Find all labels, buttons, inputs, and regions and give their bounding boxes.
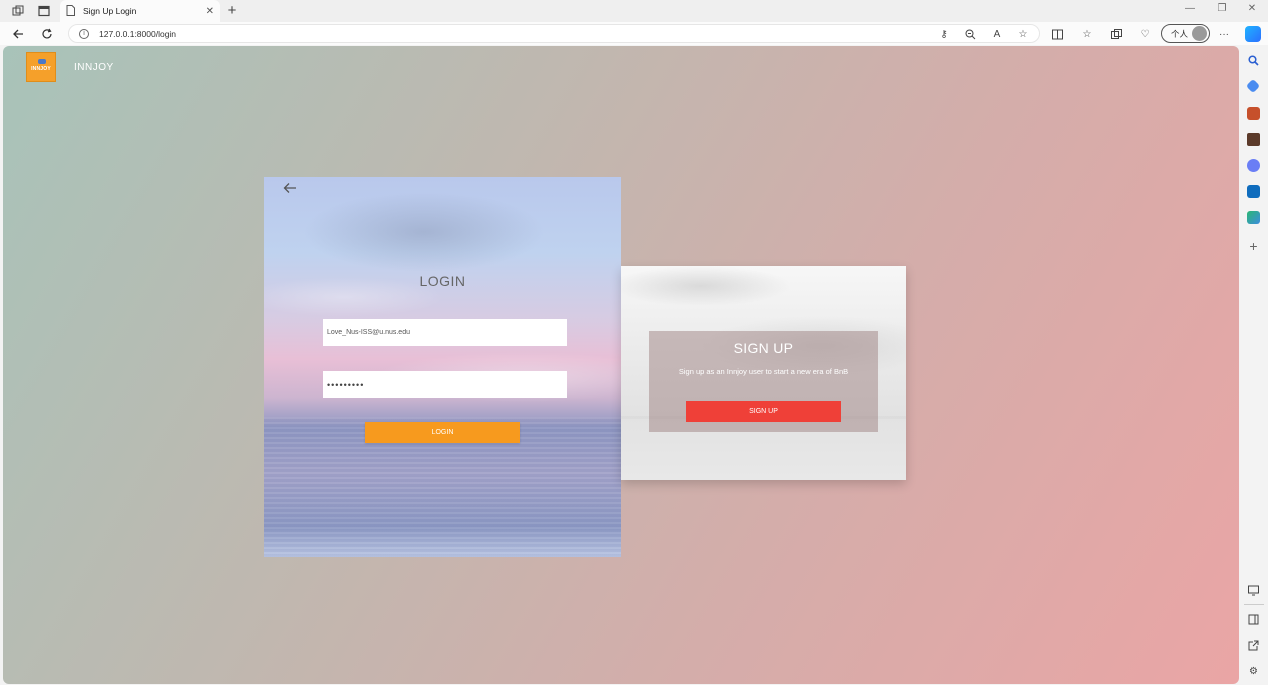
external-link-icon[interactable] xyxy=(1247,639,1260,652)
tab-title: Sign Up Login xyxy=(83,6,137,16)
innjoy-logo[interactable]: INNJOY xyxy=(26,52,56,82)
login-button[interactable]: LOGIN xyxy=(365,422,520,443)
logo-text: INNJOY xyxy=(31,66,51,72)
outlook-icon[interactable] xyxy=(1247,185,1260,198)
restore-icon[interactable]: ❐ xyxy=(1212,3,1232,14)
workspaces-icon[interactable] xyxy=(10,3,26,19)
signup-subtitle: Sign up as an Innjoy user to start a new… xyxy=(678,367,849,376)
tools-icon[interactable] xyxy=(1247,107,1260,120)
browser-tab-bar: Sign Up Login ✕ + — ❐ ✕ xyxy=(0,0,1268,22)
tab-sign-up-login[interactable]: Sign Up Login ✕ xyxy=(60,0,220,22)
page-icon xyxy=(66,4,75,18)
url-text: 127.0.0.1:8000/login xyxy=(99,28,177,39)
drop-icon[interactable] xyxy=(1247,211,1260,224)
edge-sidebar: + ⚙ xyxy=(1240,45,1268,685)
minimize-icon[interactable]: — xyxy=(1180,3,1200,14)
profile-button[interactable]: 个人 xyxy=(1161,24,1210,43)
collections-icon[interactable] xyxy=(1109,27,1123,41)
new-tab-button[interactable]: + xyxy=(224,2,240,20)
settings-gear-icon[interactable]: ⚙ xyxy=(1247,665,1260,678)
logo-mark xyxy=(38,59,46,64)
signup-title: SIGN UP xyxy=(733,340,794,356)
close-window-icon[interactable]: ✕ xyxy=(1242,3,1262,14)
browser-essentials-icon[interactable]: ♡ xyxy=(1138,27,1152,41)
back-arrow-icon[interactable] xyxy=(282,182,298,196)
more-menu-icon[interactable]: ··· xyxy=(1217,27,1231,41)
login-panel: LOGIN LOGIN xyxy=(264,177,621,557)
login-title: LOGIN xyxy=(419,273,466,289)
shopping-tag-icon[interactable] xyxy=(1245,78,1261,94)
signup-panel: SIGN UP Sign up as an Innjoy user to sta… xyxy=(621,266,906,480)
address-toolbar: i 127.0.0.1:8000/login ⚷ A ☆ ☆ ♡ 个人 ··· xyxy=(0,22,1268,45)
refresh-icon[interactable] xyxy=(39,26,55,42)
password-field[interactable] xyxy=(323,371,567,398)
microsoft-365-icon[interactable] xyxy=(1247,159,1260,172)
add-sidebar-app-icon[interactable]: + xyxy=(1247,238,1260,254)
site-info-icon[interactable]: i xyxy=(79,28,89,39)
signup-button[interactable]: SIGN UP xyxy=(686,401,841,422)
split-screen-icon[interactable] xyxy=(1050,27,1064,41)
email-field[interactable] xyxy=(323,319,567,346)
page-viewport: INNJOY INNJOY LOGIN LOGIN SIGN UP Sign u… xyxy=(3,46,1239,684)
games-icon[interactable] xyxy=(1247,133,1260,146)
brand-name[interactable]: INNJOY xyxy=(74,62,114,73)
read-aloud-icon[interactable]: A xyxy=(990,27,1004,41)
search-icon[interactable] xyxy=(1247,54,1260,67)
password-key-icon[interactable]: ⚷ xyxy=(937,27,951,41)
copilot-icon[interactable] xyxy=(1245,26,1261,42)
hide-sidebar-icon[interactable] xyxy=(1247,613,1260,626)
close-tab-icon[interactable]: ✕ xyxy=(206,6,214,17)
avatar xyxy=(1192,26,1207,41)
site-header: INNJOY INNJOY xyxy=(26,52,114,82)
favorite-star-icon[interactable]: ☆ xyxy=(1016,27,1030,41)
profile-label: 个人 xyxy=(1171,28,1189,39)
signup-card: SIGN UP Sign up as an Innjoy user to sta… xyxy=(649,331,878,432)
back-icon[interactable] xyxy=(10,26,26,42)
url-field[interactable]: i 127.0.0.1:8000/login xyxy=(68,24,1040,43)
screenshot-icon[interactable] xyxy=(1247,584,1260,597)
favorites-icon[interactable]: ☆ xyxy=(1080,27,1094,41)
sidebar-divider xyxy=(1244,604,1264,605)
tab-actions-icon[interactable] xyxy=(36,3,52,19)
zoom-icon[interactable] xyxy=(963,27,977,41)
